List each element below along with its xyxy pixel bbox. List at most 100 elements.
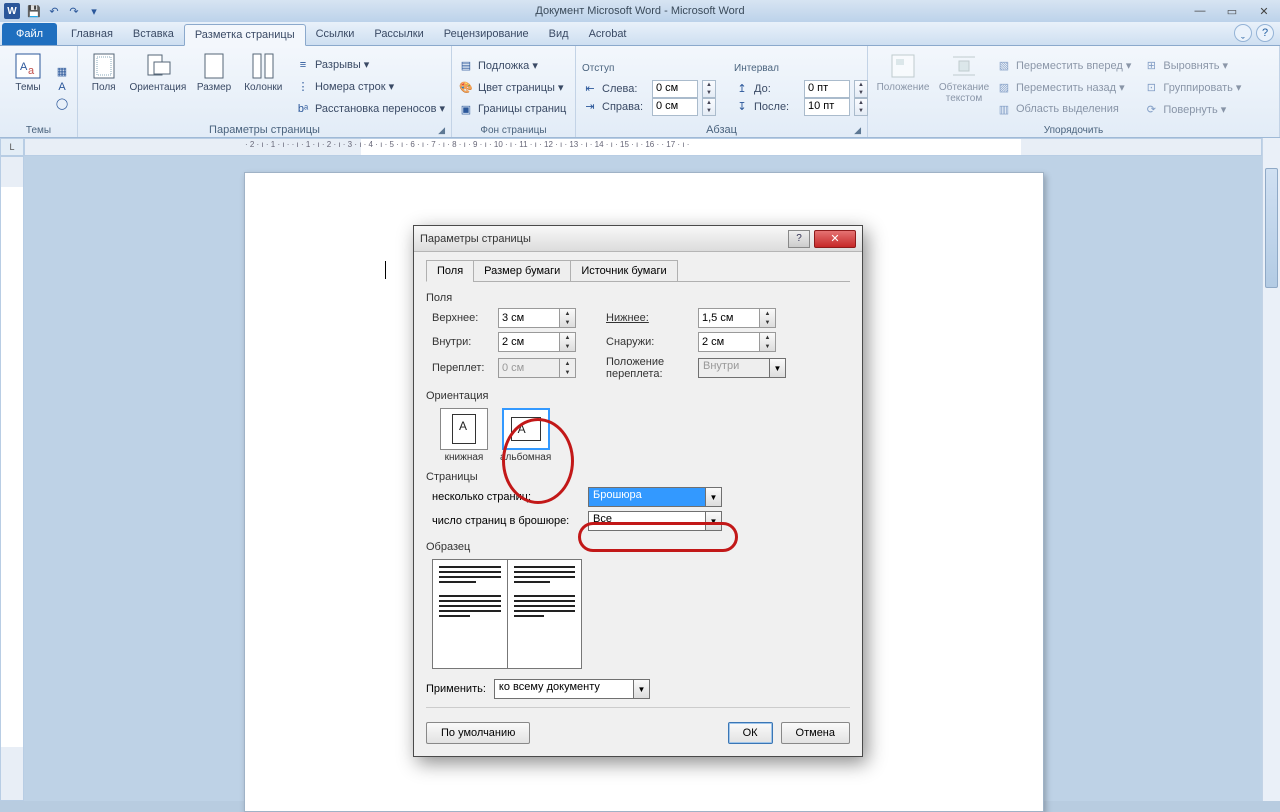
size-button[interactable]: Размер <box>192 50 235 123</box>
portrait-icon <box>440 408 488 450</box>
margins-section-label: Поля <box>426 292 850 304</box>
group-button[interactable]: ⊡Группировать ▾ <box>1143 76 1241 98</box>
ribbon: Aa Темы ▦ A ◯ Темы Поля Ориентация Ра <box>0 46 1280 138</box>
paragraph-launcher-icon[interactable]: ◢ <box>854 125 861 136</box>
multiple-pages-select[interactable]: Брошюра <box>588 487 706 507</box>
hyphenation-button[interactable]: bᵃРасстановка переносов ▾ <box>295 98 445 120</box>
sheets-per-booklet-label: число страниц в брошюре: <box>432 515 582 527</box>
qat-more-icon[interactable]: ▾ <box>86 3 102 19</box>
vertical-ruler[interactable] <box>0 156 24 801</box>
wrap-button[interactable]: Обтекание текстом <box>936 50 992 124</box>
margins-button[interactable]: Поля <box>84 50 123 123</box>
dialog-tab-paper[interactable]: Размер бумаги <box>473 260 571 282</box>
minimize-icon[interactable]: — <box>1188 5 1212 18</box>
dialog-help-icon[interactable]: ? <box>788 230 810 248</box>
orientation-landscape[interactable]: альбомная <box>500 408 551 463</box>
multiple-pages-dropdown-icon[interactable]: ▼ <box>706 487 722 507</box>
apply-to-label: Применить: <box>426 683 486 695</box>
align-button[interactable]: ⊞Выровнять ▾ <box>1143 54 1241 76</box>
dialog-close-icon[interactable]: ✕ <box>814 230 856 248</box>
quick-access-toolbar: 💾 ↶ ↷ ▾ <box>26 3 102 19</box>
outside-margin-spinner[interactable]: ▲▼ <box>760 332 776 352</box>
redo-icon[interactable]: ↷ <box>66 3 82 19</box>
vertical-scrollbar[interactable] <box>1262 138 1280 801</box>
help-icon[interactable]: ? <box>1256 24 1274 42</box>
theme-fonts-icon[interactable]: A <box>54 79 70 95</box>
dialog-titlebar[interactable]: Параметры страницы ? ✕ <box>414 226 862 252</box>
undo-icon[interactable]: ↶ <box>46 3 62 19</box>
outside-margin-input[interactable] <box>698 332 760 352</box>
dialog-tab-margins[interactable]: Поля <box>426 260 474 282</box>
columns-button[interactable]: Колонки <box>240 50 287 123</box>
page-setup-launcher-icon[interactable]: ◢ <box>438 125 445 136</box>
horizontal-ruler[interactable]: · 2 · ı · 1 · ı · · ı · 1 · ı · 2 · ı · … <box>24 138 1262 156</box>
line-numbers-button[interactable]: ⋮Номера строк ▾ <box>295 76 445 98</box>
inside-margin-spinner[interactable]: ▲▼ <box>560 332 576 352</box>
space-before-icon: ↥ <box>734 81 750 97</box>
themes-button[interactable]: Aa Темы <box>6 50 50 124</box>
gutter-label: Переплет: <box>432 362 498 374</box>
space-before-spinner[interactable]: ▲▼ <box>854 80 868 98</box>
sheets-per-booklet-select[interactable]: Все <box>588 511 706 531</box>
bottom-margin-spinner[interactable]: ▲▼ <box>760 308 776 328</box>
cancel-button[interactable]: Отмена <box>781 722 850 744</box>
inside-margin-label: Внутри: <box>432 336 498 348</box>
tab-review[interactable]: Рецензирование <box>434 23 539 45</box>
dialog-title: Параметры страницы <box>420 233 531 245</box>
minimize-ribbon-icon[interactable]: ˬ <box>1234 24 1252 42</box>
tab-page-layout[interactable]: Разметка страницы <box>184 24 306 46</box>
dialog-tab-source[interactable]: Источник бумаги <box>570 260 677 282</box>
scrollbar-thumb[interactable] <box>1265 168 1278 288</box>
indent-right-spinner[interactable]: ▲▼ <box>702 98 716 116</box>
top-margin-spinner[interactable]: ▲▼ <box>560 308 576 328</box>
space-after-spinner[interactable]: ▲▼ <box>854 98 868 116</box>
hyphenation-icon: bᵃ <box>295 101 311 117</box>
tab-file[interactable]: Файл <box>2 23 57 45</box>
ok-button[interactable]: ОК <box>728 722 773 744</box>
inside-margin-input[interactable] <box>498 332 560 352</box>
save-icon[interactable]: 💾 <box>26 3 42 19</box>
rotate-button[interactable]: ⟳Повернуть ▾ <box>1143 98 1241 120</box>
tab-insert[interactable]: Вставка <box>123 23 184 45</box>
default-button[interactable]: По умолчанию <box>426 722 530 744</box>
orientation-button[interactable]: Ориентация <box>127 50 188 123</box>
bring-forward-button[interactable]: ▧Переместить вперед ▾ <box>996 54 1131 76</box>
tab-acrobat[interactable]: Acrobat <box>579 23 637 45</box>
selection-pane-button[interactable]: ▥Область выделения <box>996 98 1131 120</box>
watermark-button[interactable]: ▤Подложка ▾ <box>458 54 566 76</box>
maximize-icon[interactable]: ▭ <box>1220 5 1244 18</box>
top-margin-label: Верхнее: <box>432 312 498 324</box>
page-color-button[interactable]: 🎨Цвет страницы ▾ <box>458 76 566 98</box>
ruler-corner: L <box>0 138 24 156</box>
rotate-icon: ⟳ <box>1143 101 1159 117</box>
line-numbers-icon: ⋮ <box>295 79 311 95</box>
borders-icon: ▣ <box>458 101 474 117</box>
apply-to-select[interactable]: ко всему документу <box>494 679 634 699</box>
svg-text:a: a <box>28 65 35 77</box>
breaks-button[interactable]: ≡Разрывы ▾ <box>295 54 445 76</box>
sheets-per-booklet-dropdown-icon[interactable]: ▼ <box>706 511 722 531</box>
page-borders-button[interactable]: ▣Границы страниц <box>458 98 566 120</box>
tab-home[interactable]: Главная <box>61 23 123 45</box>
indent-left-spinner[interactable]: ▲▼ <box>702 80 716 98</box>
position-button[interactable]: Положение <box>874 50 932 124</box>
space-before-input[interactable]: 0 пт <box>804 80 850 98</box>
send-backward-button[interactable]: ▨Переместить назад ▾ <box>996 76 1131 98</box>
apply-to-dropdown-icon[interactable]: ▼ <box>634 679 650 699</box>
bottom-margin-input[interactable] <box>698 308 760 328</box>
tab-mailings[interactable]: Рассылки <box>364 23 433 45</box>
indent-left-input[interactable]: 0 см <box>652 80 698 98</box>
bottom-margin-label: Нижнее: <box>588 312 698 324</box>
gutter-spinner: ▲▼ <box>560 358 576 378</box>
indent-right-input[interactable]: 0 см <box>652 98 698 116</box>
orientation-portrait[interactable]: книжная <box>440 408 488 463</box>
bring-forward-icon: ▧ <box>996 57 1012 73</box>
theme-colors-icon[interactable]: ▦ <box>54 63 70 79</box>
tab-view[interactable]: Вид <box>539 23 579 45</box>
tab-references[interactable]: Ссылки <box>306 23 365 45</box>
top-margin-input[interactable] <box>498 308 560 328</box>
space-after-input[interactable]: 10 пт <box>804 98 850 116</box>
theme-effects-icon[interactable]: ◯ <box>54 95 70 111</box>
indent-header: Отступ <box>582 58 716 80</box>
close-icon[interactable]: ✕ <box>1252 5 1276 18</box>
